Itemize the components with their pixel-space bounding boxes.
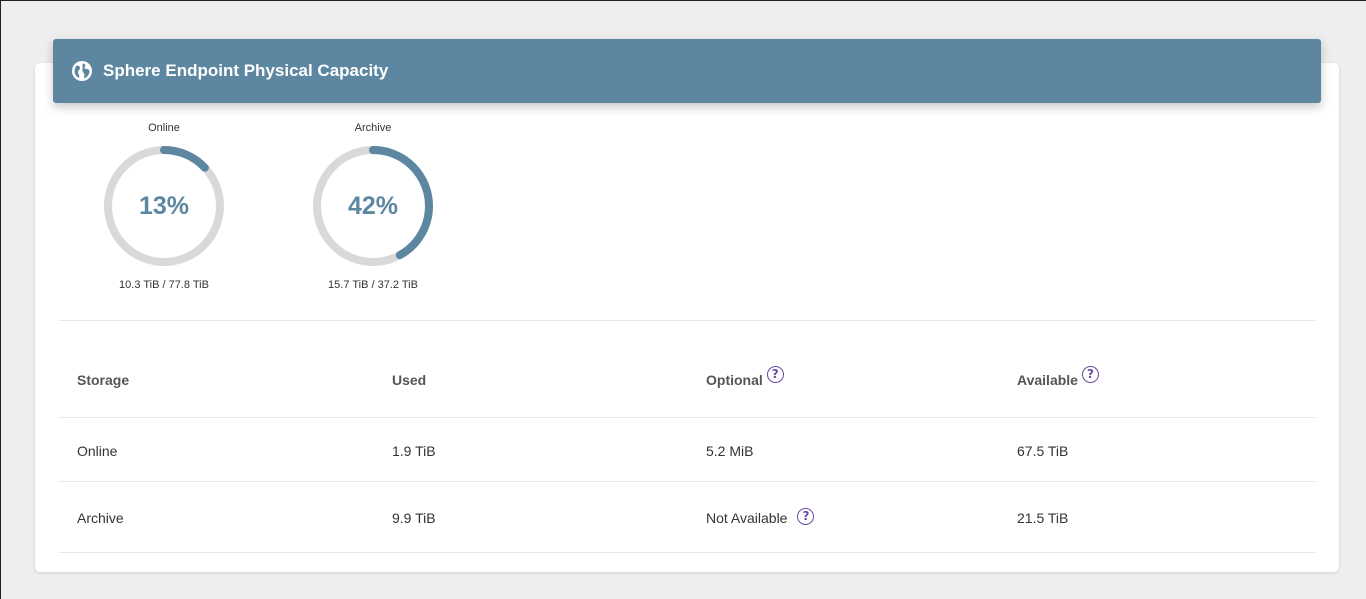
- section-divider: [59, 320, 1315, 321]
- globe-icon: [71, 60, 93, 82]
- column-header-label: Available: [1017, 372, 1078, 388]
- panel-title: Sphere Endpoint Physical Capacity: [103, 61, 389, 80]
- gauge-percent: 42%: [347, 191, 399, 220]
- column-header-label: Optional: [706, 372, 763, 388]
- cell-storage: Archive: [77, 510, 124, 526]
- help-icon[interactable]: ?: [797, 507, 815, 525]
- row-divider: [59, 417, 1315, 418]
- panel-header: Sphere Endpoint Physical Capacity: [53, 39, 1321, 103]
- cell-optional: 5.2 MiB: [706, 443, 754, 459]
- row-divider: [59, 481, 1315, 482]
- gauge-archive: Archive 42% 15.7 TiB / 37.2 TiB: [293, 122, 453, 291]
- gauge-percent: 13%: [138, 191, 190, 220]
- gauge-label: Archive: [354, 122, 392, 134]
- table-row: Online 1.9 TiB 5.2 MiB 67.5 TiB: [59, 441, 1315, 461]
- cell-storage: Online: [77, 443, 118, 459]
- donut-chart: 13%: [102, 144, 226, 268]
- column-header-optional: Optional ?: [706, 365, 784, 390]
- cell-used: 1.9 TiB: [392, 443, 436, 459]
- gauge-online: Online 13% 10.3 TiB / 77.8 TiB: [84, 122, 244, 291]
- gauge-capacity: 10.3 TiB / 77.8 TiB: [119, 279, 209, 291]
- cell-used: 9.9 TiB: [392, 510, 436, 526]
- gauge-capacity: 15.7 TiB / 37.2 TiB: [328, 279, 418, 291]
- help-icon[interactable]: ?: [1081, 365, 1099, 383]
- gauge-label: Online: [148, 122, 180, 134]
- column-header-storage: Storage: [77, 372, 130, 388]
- table-header-row: Storage Used Optional ? Available ?: [59, 365, 1315, 390]
- row-divider: [59, 552, 1315, 553]
- cell-available: 67.5 TiB: [1017, 443, 1069, 459]
- cell-optional-text: Not Available: [706, 510, 788, 526]
- column-header-available: Available ?: [1017, 365, 1099, 390]
- cell-available: 21.5 TiB: [1017, 510, 1069, 526]
- column-header-used: Used: [392, 372, 427, 388]
- cell-optional: Not Available ?: [706, 507, 815, 528]
- table-row: Archive 9.9 TiB Not Available ? 21.5 TiB: [59, 507, 1315, 528]
- help-icon[interactable]: ?: [766, 365, 784, 383]
- donut-chart: 42%: [311, 144, 435, 268]
